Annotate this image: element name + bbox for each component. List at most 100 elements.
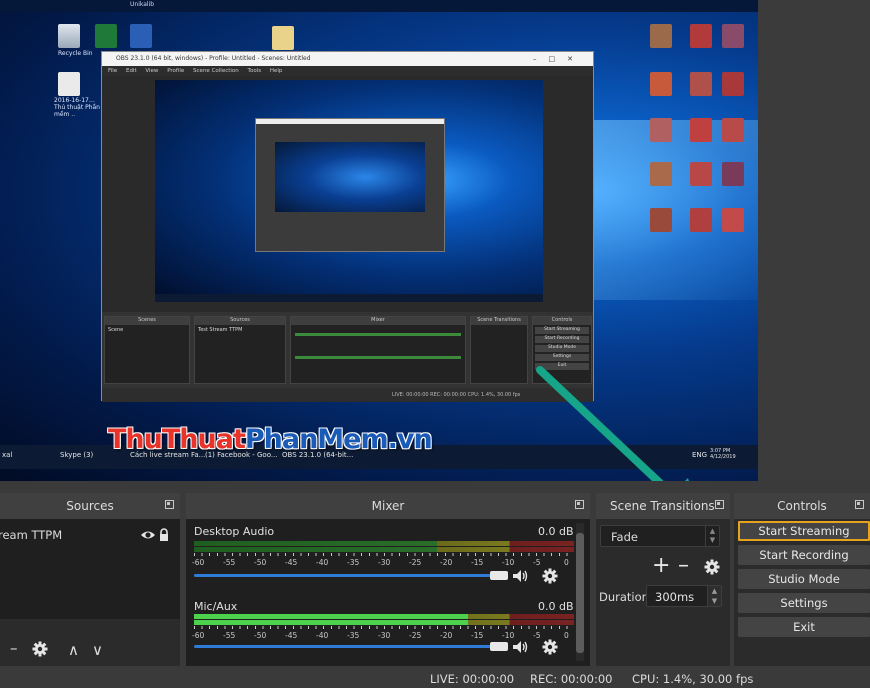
meter-tick-label: -40 bbox=[316, 558, 329, 567]
track-db-value: 0.0 dB bbox=[538, 525, 574, 538]
inner-source-item[interactable]: Test Stream TTPM bbox=[195, 325, 285, 335]
meter-tick-label: -5 bbox=[533, 631, 541, 640]
float-dock-icon[interactable] bbox=[165, 500, 174, 509]
add-transition-button[interactable]: + bbox=[652, 555, 670, 577]
meter-tick-label: -45 bbox=[285, 631, 298, 640]
meter-tick-label: -50 bbox=[254, 631, 267, 640]
photo-file-icon[interactable] bbox=[722, 24, 744, 48]
start-streaming-button[interactable]: Start Streaming bbox=[738, 521, 870, 541]
volume-slider[interactable] bbox=[194, 645, 494, 648]
status-bar: LIVE: 00:00:00 REC: 00:00:00 CPU: 1.4%, … bbox=[0, 666, 870, 688]
volume-slider-handle[interactable] bbox=[490, 642, 508, 651]
float-dock-icon[interactable] bbox=[575, 500, 584, 509]
photo-file-icon[interactable] bbox=[650, 118, 672, 142]
inner-menu-item[interactable]: Tools bbox=[248, 68, 262, 74]
meter-tick-label: -15 bbox=[471, 631, 484, 640]
inner-menu-item[interactable]: Profile bbox=[167, 68, 184, 74]
word-file-icon[interactable] bbox=[58, 72, 80, 96]
speaker-icon[interactable] bbox=[512, 569, 530, 583]
inner-scene-item[interactable]: Scene bbox=[105, 325, 189, 335]
inner-scenes-dock: Scenes Scene bbox=[104, 316, 190, 384]
transition-select[interactable]: Fade ▲ ▼ bbox=[600, 525, 720, 547]
word-file-icon[interactable] bbox=[130, 24, 152, 48]
move-source-up-button[interactable]: ∧ bbox=[68, 641, 79, 659]
source-item[interactable]: ream TTPM bbox=[0, 525, 180, 547]
volume-slider-handle[interactable] bbox=[490, 571, 508, 580]
duration-input[interactable]: 300ms ▲ ▼ bbox=[646, 585, 722, 607]
meter-tick-label: -30 bbox=[378, 631, 391, 640]
meter-tick-label: 0 bbox=[564, 558, 569, 567]
lock-icon[interactable] bbox=[159, 528, 169, 542]
taskbar-clock[interactable]: 3:07 PM 4/12/2019 bbox=[710, 448, 750, 460]
remove-transition-button[interactable]: – bbox=[678, 555, 689, 577]
photo-file-icon[interactable] bbox=[690, 118, 712, 142]
photo-file-icon[interactable] bbox=[722, 162, 744, 186]
photo-file-icon[interactable] bbox=[650, 72, 672, 96]
cpu-status: CPU: 1.4%, 30.00 fps bbox=[632, 672, 754, 686]
recycle-bin-icon[interactable] bbox=[58, 24, 80, 48]
inner-menu-item[interactable]: File bbox=[108, 68, 117, 74]
inner-dock-title: Scene Transitions bbox=[471, 317, 527, 325]
inner-transitions-dock: Scene Transitions bbox=[470, 316, 528, 384]
meter-tick-label: -55 bbox=[223, 631, 236, 640]
photo-file-icon[interactable] bbox=[722, 208, 744, 232]
inner-menu-item[interactable]: Edit bbox=[126, 68, 137, 74]
mixer-scrollbar[interactable] bbox=[576, 523, 584, 661]
track-name: Desktop Audio bbox=[194, 525, 275, 538]
gear-icon[interactable] bbox=[542, 639, 558, 655]
scene-transitions-dock: Scene Transitions Fade ▲ ▼ + – Duration 3… bbox=[596, 493, 730, 666]
volume-slider[interactable] bbox=[194, 574, 494, 577]
desktop-icon-label: 2016-16-17… Thủ thuật Phần mềm .. bbox=[54, 97, 100, 118]
inner-control-button[interactable]: Start Recording bbox=[535, 336, 589, 343]
gear-icon[interactable] bbox=[542, 568, 558, 584]
photo-file-icon[interactable] bbox=[650, 208, 672, 232]
inner-menu-item[interactable]: View bbox=[145, 68, 158, 74]
inner-menu-item[interactable]: Help bbox=[270, 68, 283, 74]
studio-mode-button[interactable]: Studio Mode bbox=[738, 569, 870, 589]
meter-tick-label: -35 bbox=[347, 558, 360, 567]
settings-button[interactable]: Settings bbox=[738, 593, 870, 613]
remove-source-button[interactable]: – bbox=[10, 639, 18, 657]
inner-menu-bar: File Edit View Profile Scene Collection … bbox=[102, 66, 593, 76]
move-source-down-button[interactable]: ∨ bbox=[92, 641, 103, 659]
mixer-dock-title: Mixer bbox=[186, 493, 590, 519]
meter-tick-label: -20 bbox=[440, 631, 453, 640]
start-recording-button[interactable]: Start Recording bbox=[738, 545, 870, 565]
chevron-up-icon[interactable]: ▲ bbox=[708, 586, 721, 596]
inner-control-button[interactable]: Start Streaming bbox=[535, 327, 589, 334]
float-dock-icon[interactable] bbox=[715, 500, 724, 509]
photo-file-icon[interactable] bbox=[690, 72, 712, 96]
pdf-file-icon[interactable] bbox=[272, 26, 294, 50]
sources-dock-title: Sources bbox=[0, 493, 180, 519]
excel-file-icon[interactable] bbox=[95, 24, 117, 48]
chevron-down-icon[interactable]: ▼ bbox=[708, 596, 721, 606]
inner-menu-item[interactable]: Scene Collection bbox=[193, 68, 239, 74]
photo-file-icon[interactable] bbox=[722, 118, 744, 142]
meter-tick-labels: -60 -55 -50 -45 -40 -35 -30 -25 -20 -15 -10 -5 0 bbox=[192, 628, 574, 640]
float-dock-icon[interactable] bbox=[855, 500, 864, 509]
photo-file-icon[interactable] bbox=[650, 162, 672, 186]
screenshot-root: Unikalib Recycle Bin 2016-16-17… Thủ thu… bbox=[0, 0, 870, 688]
taskbar-item-skype[interactable]: Skype (3) bbox=[60, 451, 93, 459]
photo-file-icon[interactable] bbox=[650, 24, 672, 48]
desktop-icon-label: Recycle Bin bbox=[58, 50, 93, 57]
taskbar-left-label: xal bbox=[2, 451, 13, 459]
photo-file-icon[interactable] bbox=[690, 208, 712, 232]
photo-file-icon[interactable] bbox=[722, 72, 744, 96]
sources-list: ream TTPM bbox=[0, 519, 180, 619]
chevron-updown-icon: ▲ ▼ bbox=[705, 526, 719, 546]
inner-control-button[interactable]: Studio Mode bbox=[535, 345, 589, 352]
watermark-part2: PhanMem bbox=[244, 424, 389, 455]
duration-spinner[interactable]: ▲ ▼ bbox=[707, 586, 721, 606]
inner-taskbar bbox=[155, 294, 543, 302]
scrollbar-thumb[interactable] bbox=[576, 533, 584, 653]
meter-tick-label: -55 bbox=[223, 558, 236, 567]
source-properties-gear-icon[interactable] bbox=[32, 641, 48, 657]
photo-file-icon[interactable] bbox=[690, 24, 712, 48]
eye-icon[interactable] bbox=[140, 529, 156, 541]
speaker-icon[interactable] bbox=[512, 640, 530, 654]
photo-file-icon[interactable] bbox=[690, 162, 712, 186]
desktop-top-text: Unikalib bbox=[130, 1, 155, 8]
transition-properties-gear-icon[interactable] bbox=[704, 559, 720, 575]
exit-button[interactable]: Exit bbox=[738, 617, 870, 637]
